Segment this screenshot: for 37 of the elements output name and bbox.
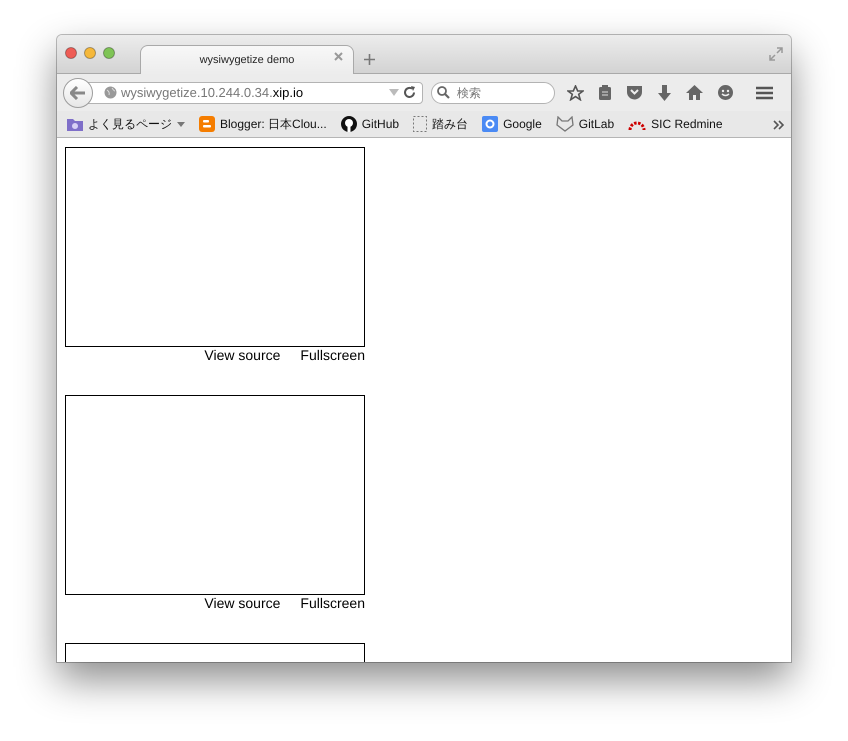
- dropdown-icon: [177, 122, 185, 126]
- bookmark-item[interactable]: Blogger: 日本Clou...: [199, 116, 327, 132]
- chevron-icon[interactable]: [773, 120, 785, 130]
- bookmark-item[interactable]: GitLab: [556, 116, 614, 132]
- pocket-icon[interactable]: [626, 85, 643, 100]
- folder-icon: [67, 117, 83, 131]
- bookmark-item[interactable]: GitHub: [340, 116, 400, 132]
- google-icon: [482, 116, 498, 132]
- editor-link[interactable]: View source: [204, 595, 280, 617]
- globe-icon: [104, 86, 117, 99]
- window-control-icon[interactable]: [65, 47, 77, 59]
- bookmark-item[interactable]: 踏み台: [413, 116, 468, 132]
- editor-link[interactable]: View source: [204, 347, 280, 369]
- search-icon: [437, 86, 450, 98]
- back-arrow-icon: [70, 86, 86, 100]
- fox-icon: [556, 116, 574, 132]
- bookmark-item[interactable]: SIC Redmine: [628, 117, 723, 131]
- download-icon[interactable]: [657, 84, 672, 100]
- plus-icon[interactable]: [364, 54, 375, 65]
- window-control-icon[interactable]: [103, 47, 115, 59]
- editor-link[interactable]: Fullscreen: [300, 595, 365, 617]
- menu-icon[interactable]: [756, 86, 773, 100]
- search-field[interactable]: 検索: [431, 82, 555, 104]
- reload-icon[interactable]: [403, 86, 416, 99]
- star-icon[interactable]: [567, 84, 584, 100]
- browser-tab[interactable]: wysiwygetize demo: [140, 45, 354, 74]
- bookmark-item[interactable]: Google: [482, 116, 542, 132]
- close-icon[interactable]: [334, 52, 343, 61]
- bookmark-item[interactable]: よく見るページ: [67, 116, 185, 132]
- smiley-icon[interactable]: [717, 84, 734, 100]
- editor-link[interactable]: Fullscreen: [300, 347, 365, 369]
- back-button[interactable]: [63, 78, 93, 108]
- blog-icon: [199, 116, 215, 132]
- clipboard-icon[interactable]: [598, 84, 612, 100]
- home-icon[interactable]: [686, 85, 703, 100]
- window-control-icon[interactable]: [84, 47, 96, 59]
- blank-page-icon: [413, 116, 428, 132]
